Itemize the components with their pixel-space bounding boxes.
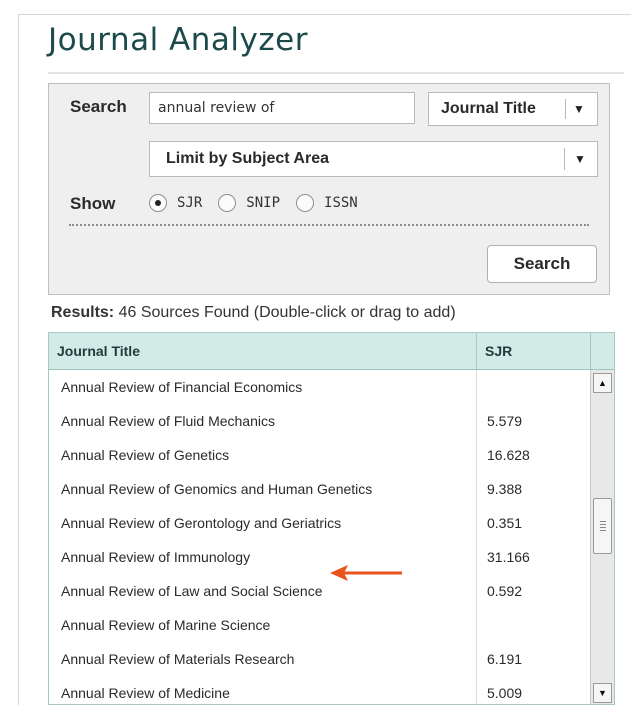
sjr-cell: 0.592 (487, 583, 523, 599)
chevron-down-icon[interactable]: ▼ (573, 102, 585, 116)
chevron-down-icon[interactable]: ▼ (574, 152, 586, 166)
sjr-cell: 5.009 (487, 685, 523, 701)
page-title: Journal Analyzer (48, 22, 308, 58)
table-row[interactable]: Annual Review of Immunology 31.166 (49, 540, 589, 574)
table-row[interactable]: Annual Review of Marine Science (49, 608, 589, 642)
radio-sjr[interactable] (149, 194, 167, 212)
scroll-up-arrow-icon[interactable]: ▲ (593, 373, 612, 393)
journal-title-cell: Annual Review of Medicine (61, 685, 230, 701)
grip-line (600, 527, 606, 528)
table-row[interactable]: Annual Review of Materials Research 6.19… (49, 642, 589, 676)
dotted-divider (69, 224, 589, 226)
journal-title-cell: Annual Review of Law and Social Science (61, 583, 323, 599)
table-row[interactable]: Annual Review of Financial Economics (49, 370, 589, 404)
journal-title-cell: Annual Review of Fluid Mechanics (61, 413, 275, 429)
frame-left-border (18, 14, 19, 705)
left-arrow-icon (330, 565, 402, 581)
show-label: Show (70, 194, 116, 213)
select-separator (564, 148, 565, 170)
journal-title-cell: Annual Review of Gerontology and Geriatr… (61, 515, 342, 531)
scroll-down-arrow-icon[interactable]: ▼ (593, 683, 612, 703)
table-row[interactable]: Annual Review of Medicine 5.009 (49, 676, 589, 704)
column-header-sjr[interactable]: SJR (485, 333, 512, 369)
results-label: Results: (51, 304, 115, 321)
table-row[interactable]: Annual Review of Genomics and Human Gene… (49, 472, 589, 506)
results-summary: Results: 46 Sources Found (Double-click … (51, 304, 456, 322)
radio-label-issn[interactable]: ISSN (324, 195, 358, 211)
radio-label-sjr[interactable]: SJR (177, 195, 202, 211)
search-button[interactable]: Search (487, 245, 597, 283)
grip-line (600, 530, 606, 531)
grip-line (600, 524, 606, 525)
sjr-cell: 6.191 (487, 651, 523, 667)
subject-area-select[interactable]: Limit by Subject Area ▼ (149, 141, 598, 177)
sjr-cell: 0.351 (487, 515, 523, 531)
search-field-select[interactable]: Journal Title ▼ (428, 92, 598, 126)
title-divider (48, 72, 624, 74)
journal-title-cell: Annual Review of Genomics and Human Gene… (61, 481, 373, 497)
column-divider (590, 333, 591, 369)
radio-snip[interactable] (218, 194, 237, 212)
show-radio-group: SJR SNIP ISSN (149, 194, 374, 212)
table-row[interactable]: Annual Review of Fluid Mechanics 5.579 (49, 404, 589, 438)
scrollbar-thumb[interactable] (593, 498, 612, 554)
results-count-text: 46 Sources Found (Double-click or drag t… (118, 304, 456, 321)
column-divider (476, 333, 477, 369)
journal-title-cell: Annual Review of Genetics (61, 447, 230, 463)
journal-title-cell: Annual Review of Marine Science (61, 617, 271, 633)
search-label: Search (70, 97, 127, 116)
results-table: Journal Title SJR Annual Review of Finan… (48, 332, 615, 705)
search-panel: Search Journal Title ▼ Limit by Subject … (48, 83, 610, 295)
grip-line (600, 521, 606, 522)
journal-title-cell: Annual Review of Financial Economics (61, 379, 303, 395)
sjr-cell: 16.628 (487, 447, 530, 463)
table-row[interactable]: Annual Review of Genetics 16.628 (49, 438, 589, 472)
results-scrollbar[interactable]: ▲ ▼ (590, 370, 614, 704)
search-field-select-value: Journal Title (441, 100, 536, 117)
search-input[interactable] (149, 92, 415, 124)
journal-title-cell: Annual Review of Materials Research (61, 651, 295, 667)
table-row[interactable]: Annual Review of Law and Social Science … (49, 574, 589, 608)
select-separator (565, 99, 566, 119)
table-row[interactable]: Annual Review of Gerontology and Geriatr… (49, 506, 589, 540)
radio-label-snip[interactable]: SNIP (246, 195, 280, 211)
sjr-cell: 9.388 (487, 481, 523, 497)
frame-top-border (18, 14, 631, 15)
sjr-cell: 31.166 (487, 549, 530, 565)
journal-title-cell: Annual Review of Immunology (61, 549, 251, 565)
radio-issn[interactable] (296, 194, 315, 212)
sjr-cell: 5.579 (487, 413, 523, 429)
subject-area-select-value: Limit by Subject Area (166, 150, 329, 167)
table-header: Journal Title SJR (49, 333, 614, 370)
column-header-journal-title[interactable]: Journal Title (57, 333, 140, 369)
